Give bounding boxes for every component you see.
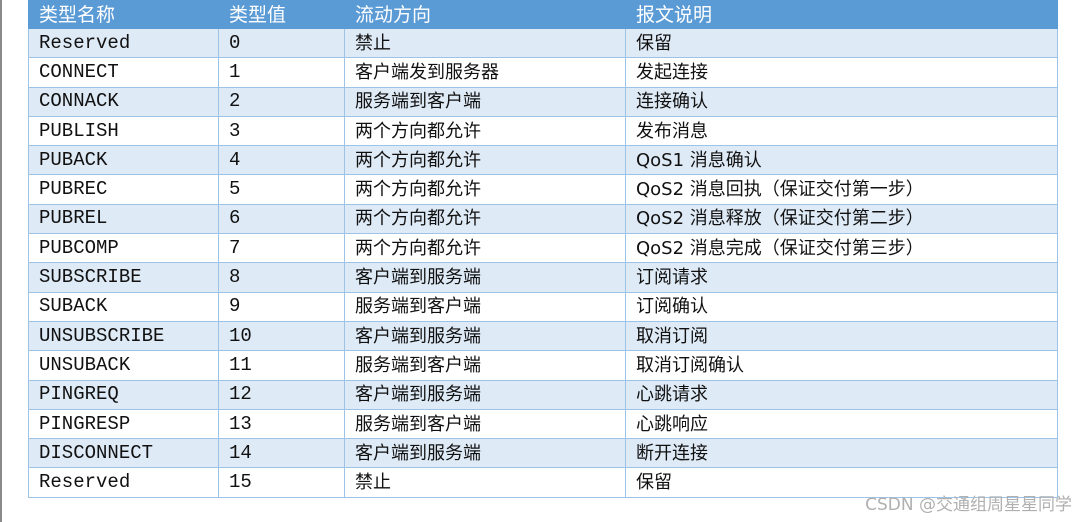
cell-type-value: 9 bbox=[218, 291, 345, 322]
cell-type-value: 13 bbox=[218, 408, 345, 440]
cell-type-name: CONNACK bbox=[28, 86, 219, 117]
cell-type-name: Reserved bbox=[28, 27, 219, 59]
cell-type-name: PUBACK bbox=[28, 145, 219, 176]
cell-type-value: 4 bbox=[218, 145, 345, 176]
cell-description: QoS2 消息释放（保证交付第二步） bbox=[625, 203, 1058, 235]
header-flow-direction: 流动方向 bbox=[344, 0, 626, 29]
table-row: PINGRESP 13 服务端到客户端 心跳响应 bbox=[28, 408, 1058, 440]
cell-flow-direction: 客户端到服务端 bbox=[344, 262, 626, 293]
cell-description: QoS2 消息回执（保证交付第一步） bbox=[625, 174, 1058, 205]
cell-type-value: 1 bbox=[218, 57, 345, 88]
table-row: CONNECT 1 客户端发到服务器 发起连接 bbox=[28, 57, 1058, 88]
cell-description: 订阅请求 bbox=[625, 262, 1058, 293]
cell-description: 取消订阅 bbox=[625, 320, 1058, 352]
cell-type-name: SUBACK bbox=[28, 291, 219, 322]
cell-type-name: PINGRESP bbox=[28, 408, 219, 440]
table-row: UNSUBACK 11 服务端到客户端 取消订阅确认 bbox=[28, 350, 1058, 381]
cell-description: 连接确认 bbox=[625, 86, 1058, 117]
cell-flow-direction: 客户端到服务端 bbox=[344, 438, 626, 469]
cell-flow-direction: 两个方向都允许 bbox=[344, 203, 626, 235]
cell-description: 断开连接 bbox=[625, 438, 1058, 469]
cell-flow-direction: 服务端到客户端 bbox=[344, 86, 626, 117]
cell-type-name: SUBSCRIBE bbox=[28, 262, 219, 293]
header-type-name: 类型名称 bbox=[28, 0, 219, 29]
cell-type-name: Reserved bbox=[28, 467, 219, 498]
table-row: UNSUBSCRIBE 10 客户端到服务端 取消订阅 bbox=[28, 320, 1058, 352]
table-row: CONNACK 2 服务端到客户端 连接确认 bbox=[28, 86, 1058, 117]
cell-flow-direction: 服务端到客户端 bbox=[344, 350, 626, 381]
cell-type-name: PUBLISH bbox=[28, 115, 219, 147]
mqtt-packet-type-table: 类型名称 类型值 流动方向 报文说明 Reserved 0 禁止 保留 CONNECT 1… bbox=[28, 0, 1058, 498]
cell-flow-direction: 两个方向都允许 bbox=[344, 174, 626, 205]
window-left-edge bbox=[0, 0, 2, 522]
cell-type-name: PUBCOMP bbox=[28, 233, 219, 264]
cell-description: 保留 bbox=[625, 27, 1058, 59]
cell-flow-direction: 服务端到客户端 bbox=[344, 408, 626, 440]
cell-type-value: 2 bbox=[218, 86, 345, 117]
cell-description: 订阅确认 bbox=[625, 291, 1058, 322]
cell-flow-direction: 两个方向都允许 bbox=[344, 233, 626, 264]
cell-type-name: UNSUBSCRIBE bbox=[28, 320, 219, 352]
header-type-value: 类型值 bbox=[218, 0, 345, 29]
table-row: PUBREC 5 两个方向都允许 QoS2 消息回执（保证交付第一步） bbox=[28, 174, 1058, 205]
cell-flow-direction: 客户端到服务端 bbox=[344, 320, 626, 352]
cell-flow-direction: 客户端到服务端 bbox=[344, 379, 626, 410]
cell-flow-direction: 客户端发到服务器 bbox=[344, 57, 626, 88]
cell-type-value: 7 bbox=[218, 233, 345, 264]
cell-type-value: 6 bbox=[218, 203, 345, 235]
cell-description: 心跳响应 bbox=[625, 408, 1058, 440]
table-row: PUBCOMP 7 两个方向都允许 QoS2 消息完成（保证交付第三步） bbox=[28, 233, 1058, 264]
table-row: DISCONNECT 14 客户端到服务端 断开连接 bbox=[28, 438, 1058, 469]
cell-type-name: PUBREC bbox=[28, 174, 219, 205]
cell-flow-direction: 禁止 bbox=[344, 467, 626, 498]
table-row: PINGREQ 12 客户端到服务端 心跳请求 bbox=[28, 379, 1058, 410]
cell-type-value: 8 bbox=[218, 262, 345, 293]
cell-type-name: PINGREQ bbox=[28, 379, 219, 410]
cell-description: 取消订阅确认 bbox=[625, 350, 1058, 381]
cell-flow-direction: 两个方向都允许 bbox=[344, 115, 626, 147]
table-row: SUBACK 9 服务端到客户端 订阅确认 bbox=[28, 291, 1058, 322]
cell-description: QoS2 消息完成（保证交付第三步） bbox=[625, 233, 1058, 264]
cell-type-name: DISCONNECT bbox=[28, 438, 219, 469]
cell-description: 心跳请求 bbox=[625, 379, 1058, 410]
table-row: SUBSCRIBE 8 客户端到服务端 订阅请求 bbox=[28, 262, 1058, 293]
table-row: PUBACK 4 两个方向都允许 QoS1 消息确认 bbox=[28, 145, 1058, 176]
cell-type-value: 0 bbox=[218, 27, 345, 59]
cell-type-value: 10 bbox=[218, 320, 345, 352]
cell-type-value: 14 bbox=[218, 438, 345, 469]
table-row: Reserved 0 禁止 保留 bbox=[28, 27, 1058, 59]
table-header-row: 类型名称 类型值 流动方向 报文说明 bbox=[28, 0, 1058, 29]
cell-flow-direction: 两个方向都允许 bbox=[344, 145, 626, 176]
cell-description: 发布消息 bbox=[625, 115, 1058, 147]
cell-type-name: CONNECT bbox=[28, 57, 219, 88]
cell-flow-direction: 服务端到客户端 bbox=[344, 291, 626, 322]
cell-type-value: 15 bbox=[218, 467, 345, 498]
cell-description: QoS1 消息确认 bbox=[625, 145, 1058, 176]
header-description: 报文说明 bbox=[625, 0, 1058, 29]
cell-type-value: 11 bbox=[218, 350, 345, 381]
cell-type-value: 5 bbox=[218, 174, 345, 205]
cell-flow-direction: 禁止 bbox=[344, 27, 626, 59]
cell-description: 发起连接 bbox=[625, 57, 1058, 88]
cell-type-name: PUBREL bbox=[28, 203, 219, 235]
csdn-watermark: CSDN @交通组周星星同学 bbox=[865, 495, 1072, 515]
table-row: PUBREL 6 两个方向都允许 QoS2 消息释放（保证交付第二步） bbox=[28, 203, 1058, 235]
table-row: PUBLISH 3 两个方向都允许 发布消息 bbox=[28, 115, 1058, 147]
cell-type-value: 12 bbox=[218, 379, 345, 410]
cell-type-value: 3 bbox=[218, 115, 345, 147]
cell-type-name: UNSUBACK bbox=[28, 350, 219, 381]
